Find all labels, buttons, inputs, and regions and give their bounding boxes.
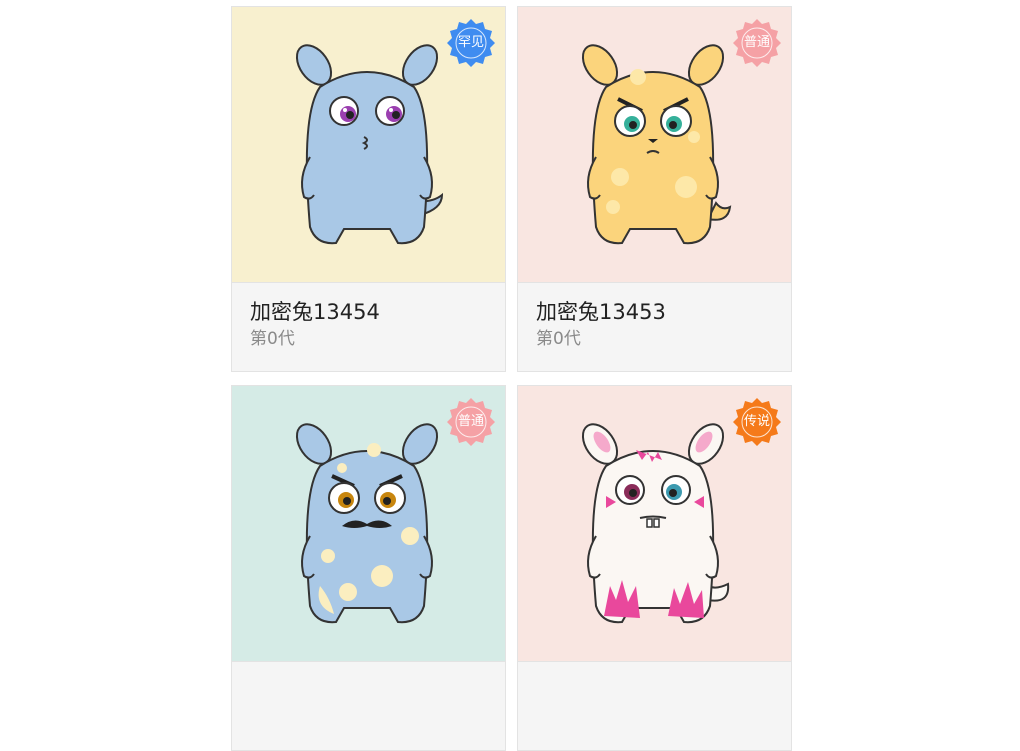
kitty-image: 罕见	[232, 7, 505, 283]
rarity-label: 普通	[457, 414, 484, 429]
kitty-image: 传说	[518, 386, 791, 662]
kitty-card[interactable]: 罕见 加密兔13454 第0代	[231, 6, 506, 372]
kitty-generation: 第0代	[250, 329, 295, 349]
kitty-card[interactable]: 传说	[517, 385, 792, 751]
kitty-name: 加密兔13453	[536, 300, 666, 324]
kitty-card[interactable]: 普通	[231, 385, 506, 751]
rarity-label: 传说	[743, 414, 770, 429]
rarity-badge: 普通	[731, 17, 783, 69]
kitty-image: 普通	[518, 7, 791, 283]
kitty-generation: 第0代	[536, 329, 581, 349]
kitty-card[interactable]: 普通 加密兔13453 第0代	[517, 6, 792, 372]
rarity-badge: 罕见	[445, 17, 497, 69]
rarity-label: 普通	[743, 35, 770, 50]
rarity-label: 罕见	[457, 35, 484, 50]
kitty-name: 加密兔13454	[250, 300, 380, 324]
rarity-badge: 普通	[445, 396, 497, 448]
rarity-badge: 传说	[731, 396, 783, 448]
kitty-image: 普通	[232, 386, 505, 662]
